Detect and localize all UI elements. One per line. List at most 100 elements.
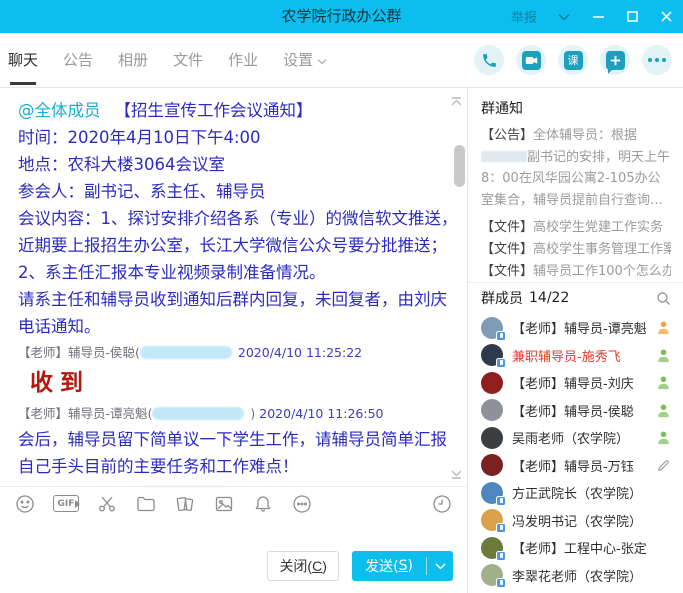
message-line: 2、系主任汇报本专业视频录制准备情况。 [18, 259, 445, 286]
chat-panel: @全体成员【招生宣传工作会议通知】 时间：2020年4月10日下午4:00 地点… [0, 88, 468, 593]
file-name: 高校学生事务管理工作案... [533, 242, 671, 257]
tab-files[interactable]: 文件 [173, 33, 203, 88]
more-tools-icon[interactable] [291, 493, 313, 515]
notice-file-item[interactable]: 【文件】高校学生党建工作实务（... [481, 217, 671, 239]
mobile-badge-icon [496, 496, 506, 506]
screenshot-scissors-icon[interactable] [96, 493, 118, 515]
voice-call-button[interactable] [474, 45, 504, 75]
status-placeholder [655, 540, 671, 556]
minimize-icon[interactable] [591, 10, 605, 24]
more-dots-icon [648, 58, 666, 62]
sender-name[interactable]: 【老师】辅导员-侯聪( [18, 345, 140, 360]
scroll-to-bottom-icon[interactable] [449, 466, 464, 478]
avatar [481, 372, 503, 394]
member-list[interactable]: 【老师】辅导员-谭亮魁 兼职辅导员-施秀飞 【老师】辅导员-刘庆 【老师】辅导员… [468, 314, 683, 593]
composer-toolbar: GIF [0, 486, 467, 520]
member-row[interactable]: 【老师】辅导员-侯聪 [468, 397, 683, 425]
call-actions: 课 [474, 45, 672, 75]
status-placeholder [655, 512, 671, 528]
message-line: 近期要上报招生办公室，长江大学微信公众号要分批推送； [18, 232, 445, 259]
member-name: 【老师】工程中心-张定国 [512, 538, 646, 557]
member-row[interactable]: 【老师】辅导员-刘庆 [468, 369, 683, 397]
member-row[interactable]: 方正武院长（农学院） [468, 479, 683, 507]
send-options-button[interactable] [427, 551, 453, 581]
group-notice-title: 群通知 [481, 98, 671, 118]
tab-chat[interactable]: 聊天 [8, 33, 38, 88]
member-name: 兼职辅导员-施秀飞 [512, 346, 646, 365]
tab-announcement[interactable]: 公告 [63, 33, 93, 88]
censored-qq-number [152, 407, 244, 420]
mobile-badge-icon [496, 331, 506, 341]
gif-icon[interactable]: GIF [53, 495, 79, 512]
message-timestamp: 2020/4/10 11:26:50 [259, 406, 383, 421]
announcement-title: 【招生宣传工作会议通知】 [115, 101, 313, 120]
message-line: 请系主任和辅导员收到通知后群内回复，未回复者，由刘庆 [18, 286, 445, 313]
red-reply-text: 收到 [18, 365, 445, 401]
avatar [481, 399, 503, 421]
titlebar-controls: 举报 [511, 0, 673, 33]
message-line: 时间：2020年4月10日下午4:00 [18, 124, 445, 151]
notice-announcement-item[interactable]: 【公告】全体辅导员：根据副书记的安排，明天上午8：00在风华园公寓2-105办公… [481, 125, 671, 211]
tab-bar: 聊天 公告 相册 文件 作业 设置 课 [0, 33, 683, 88]
phone-icon [481, 52, 498, 69]
sender-line: 【老师】辅导员-侯聪( 2020/4/10 11:25:22 [18, 341, 445, 365]
member-row[interactable]: 吴雨老师（农学院） [468, 424, 683, 452]
close-hotkey: C [312, 558, 322, 574]
mobile-badge-icon [496, 578, 506, 588]
shake-window-icon[interactable] [174, 493, 196, 515]
tab-settings[interactable]: 设置 [283, 33, 327, 88]
chevron-down-icon[interactable] [557, 10, 571, 24]
send-file-folder-icon[interactable] [135, 493, 157, 515]
notification-bell-icon[interactable] [252, 493, 274, 515]
chat-message-area[interactable]: @全体成员【招生宣传工作会议通知】 时间：2020年4月10日下午4:00 地点… [0, 88, 467, 486]
video-call-button[interactable] [516, 45, 546, 75]
notice-file-item[interactable]: 【文件】辅导员工作100个怎么办... [481, 261, 671, 283]
message-line: 参会人：副书记、系主任、辅导员 [18, 178, 445, 205]
notice-file-list: 【文件】高校学生党建工作实务（... 【文件】高校学生事务管理工作案... 【文… [481, 217, 671, 283]
member-row[interactable]: 李翠花老师（农学院） [468, 562, 683, 590]
send-label-end: ) [408, 558, 413, 574]
member-row[interactable]: 【老师】辅导员-谭亮魁 [468, 314, 683, 342]
title-bar: 农学院行政办公群 举报 [0, 0, 683, 33]
close-icon[interactable] [659, 10, 673, 24]
member-name: 【老师】辅导员-刘庆 [512, 373, 646, 392]
message-timestamp: 2020/4/10 11:25:22 [238, 345, 362, 360]
member-name: 李翠花老师（农学院） [512, 566, 646, 585]
send-button[interactable]: 发送(S) [352, 551, 426, 581]
message-input[interactable] [0, 520, 467, 548]
member-row[interactable]: 【老师】辅导员-万钰 [468, 452, 683, 480]
file-prefix: 【文件】 [481, 242, 533, 257]
member-row[interactable]: 【老师】工程中心-张定国 [468, 534, 683, 562]
maximize-icon[interactable] [625, 10, 639, 24]
report-button[interactable]: 举报 [511, 7, 537, 26]
notice-text: 全体辅导员：根据 [533, 128, 637, 143]
message-history-clock-icon[interactable] [431, 493, 453, 515]
status-placeholder [655, 485, 671, 501]
avatar [481, 482, 503, 504]
pencil-edit-icon [655, 457, 671, 473]
mention-all[interactable]: @全体成员 [18, 101, 101, 120]
tab-album[interactable]: 相册 [118, 33, 148, 88]
member-row[interactable]: 兼职辅导员-施秀飞 [468, 342, 683, 370]
group-post-button[interactable] [600, 45, 630, 75]
more-actions-button[interactable] [642, 45, 672, 75]
group-sidebar: 群通知 【公告】全体辅导员：根据副书记的安排，明天上午8：00在风华园公寓2-1… [468, 88, 683, 593]
search-icon[interactable] [656, 291, 671, 306]
scroll-to-top-icon[interactable] [449, 92, 464, 104]
course-button[interactable]: 课 [558, 45, 588, 75]
file-prefix: 【文件】 [481, 220, 533, 235]
avatar [481, 344, 503, 366]
tab-homework[interactable]: 作业 [228, 33, 258, 88]
group-notice-section: 群通知 【公告】全体辅导员：根据副书记的安排，明天上午8：00在风华园公寓2-1… [468, 88, 683, 283]
member-row[interactable]: 冯发明书记（农学院） [468, 507, 683, 535]
avatar [481, 564, 503, 586]
mobile-badge-icon [496, 551, 506, 561]
notice-file-item[interactable]: 【文件】高校学生事务管理工作案... [481, 239, 671, 261]
message-line: 地点：农科大楼3064会议室 [18, 151, 445, 178]
send-image-icon[interactable] [213, 493, 235, 515]
sender-name[interactable]: 【老师】辅导员-谭亮魁( [18, 406, 152, 421]
emoji-icon[interactable] [14, 493, 36, 515]
close-button[interactable]: 关闭(C) [267, 551, 339, 581]
chat-scrollbar-thumb[interactable] [454, 145, 465, 187]
member-name: 冯发明书记（农学院） [512, 511, 646, 530]
